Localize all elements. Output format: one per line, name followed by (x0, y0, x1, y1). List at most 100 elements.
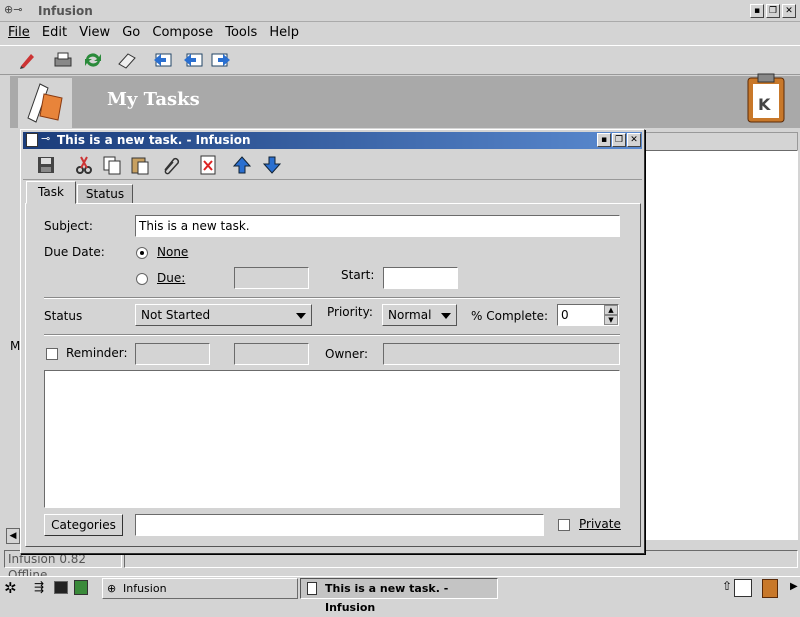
task-window-icon (307, 582, 317, 595)
tab-status-label: Status (85, 187, 125, 201)
down-arrow-icon[interactable] (259, 152, 285, 178)
delete-icon[interactable] (195, 152, 221, 178)
menu-file[interactable]: File (8, 25, 30, 40)
main-window-title: Infusion (38, 4, 93, 18)
private-checkbox[interactable] (558, 519, 570, 531)
task-list-area (640, 150, 798, 540)
complete-spinbox[interactable]: 0 ▲ ▼ (557, 304, 619, 326)
app-icon: ⊕⊸ (4, 3, 23, 16)
none-radio-label: None (157, 245, 189, 259)
menu-view[interactable]: View (79, 25, 110, 40)
chevron-down-icon (296, 313, 306, 319)
owner-label: Owner: (325, 347, 369, 361)
due-radio-label: Due: (157, 271, 186, 285)
maximize-button[interactable]: ❐ (766, 4, 780, 18)
tray-arrow-icon[interactable]: ⇧ (722, 579, 732, 593)
save-icon[interactable] (33, 152, 59, 178)
menu-edit[interactable]: Edit (42, 25, 67, 40)
minimize-button[interactable]: ▪ (750, 4, 764, 18)
menu-tools[interactable]: Tools (225, 25, 257, 40)
owner-input (383, 343, 620, 365)
status-select-value: Not Started (141, 308, 211, 322)
priority-label: Priority: (327, 305, 373, 319)
taskbar-item-infusion[interactable]: ⊕ Infusion (102, 578, 298, 599)
window-list-icon[interactable]: ⇶ (34, 580, 44, 594)
taskbar: ✲ ⇶ ⊕ Infusion This is a new task. - Inf… (0, 576, 800, 614)
dialog-maximize-button[interactable]: ❐ (612, 133, 626, 147)
erase-icon[interactable] (114, 47, 140, 73)
dialog-close-button[interactable]: ✕ (627, 133, 641, 147)
notes-textarea[interactable] (44, 370, 620, 508)
spin-down-button[interactable]: ▼ (604, 315, 618, 325)
reminder-date-input (135, 343, 210, 365)
start-date-input[interactable] (383, 267, 458, 289)
complete-value: 0 (561, 308, 569, 322)
categories-button-label: Categories (51, 518, 116, 532)
clipboard-tray-icon[interactable] (762, 579, 778, 598)
paste-icon[interactable] (127, 152, 153, 178)
attach-icon[interactable] (157, 152, 183, 178)
due-radio[interactable] (136, 273, 148, 285)
task-panel: Subject: This is a new task. Due Date: N… (25, 203, 641, 547)
categories-button[interactable]: Categories (44, 514, 123, 536)
send-receive-icon[interactable] (80, 47, 106, 73)
pin-icon: ⊸ (41, 132, 51, 145)
categories-input[interactable] (135, 514, 544, 536)
calendar-icon[interactable] (734, 579, 752, 597)
separator-1 (44, 297, 620, 299)
task-toolbar (23, 150, 642, 180)
forward-icon[interactable] (208, 47, 234, 73)
copy-icon[interactable] (99, 152, 125, 178)
clipboard-icon: K (744, 72, 788, 124)
menu-help[interactable]: Help (269, 25, 299, 40)
list-column-header (640, 132, 798, 151)
scroll-left-arrow[interactable]: ◀ (6, 528, 20, 544)
subject-input[interactable]: This is a new task. (135, 215, 620, 237)
chevron-down-icon (441, 313, 451, 319)
desktop-icon[interactable] (74, 580, 88, 595)
infusion-logo-icon (18, 78, 72, 128)
task-dialog: ⊸ This is a new task. - Infusion ▪ ❐ ✕ T… (20, 129, 645, 554)
app-icon: ⊕ (107, 582, 117, 595)
taskbar-item-label: Infusion (123, 582, 167, 595)
cut-icon[interactable] (71, 152, 97, 178)
task-dialog-title: This is a new task. - Infusion (57, 133, 251, 147)
reminder-label: Reminder: (66, 346, 128, 360)
due-date-label: Due Date: (44, 245, 105, 259)
priority-select-value: Normal (388, 308, 432, 322)
terminal-icon[interactable] (54, 581, 68, 594)
private-label: Private (579, 517, 621, 531)
due-date-input (234, 267, 309, 289)
reply-icon[interactable] (150, 47, 176, 73)
status-select[interactable]: Not Started (135, 304, 312, 326)
menu-go[interactable]: Go (122, 25, 140, 40)
menu-compose[interactable]: Compose (152, 25, 213, 40)
priority-select[interactable]: Normal (382, 304, 457, 326)
task-window-icon (26, 133, 38, 147)
close-button[interactable]: ✕ (782, 4, 796, 18)
tab-status[interactable]: Status (77, 184, 133, 204)
separator-2 (44, 334, 620, 336)
task-dialog-title-bar: ⊸ This is a new task. - Infusion ▪ ❐ ✕ (23, 132, 642, 149)
start-menu-icon[interactable]: ✲ (4, 579, 17, 597)
tab-task[interactable]: Task (26, 181, 76, 204)
print-icon[interactable] (50, 47, 76, 73)
new-message-icon[interactable] (14, 47, 40, 73)
reply-all-icon[interactable] (180, 47, 206, 73)
taskbar-item-task[interactable]: This is a new task. - Infusion (300, 578, 498, 614)
up-arrow-icon[interactable] (229, 152, 255, 178)
spin-up-button[interactable]: ▲ (604, 305, 618, 315)
main-toolbar (0, 45, 800, 75)
header-title: My Tasks (107, 89, 200, 110)
tab-task-label: Task (38, 185, 64, 199)
menu-bar: File Edit View Go Compose Tools Help (0, 22, 800, 44)
status-label: Status (44, 309, 83, 323)
reminder-time-input (234, 343, 309, 365)
subject-label: Subject: (44, 219, 93, 233)
left-pane-letter: M (10, 339, 21, 353)
none-radio[interactable] (136, 247, 148, 259)
tray-expand-icon[interactable]: ▶ (790, 581, 798, 592)
reminder-checkbox[interactable] (46, 348, 58, 360)
start-label: Start: (341, 268, 375, 282)
dialog-minimize-button[interactable]: ▪ (597, 133, 611, 147)
